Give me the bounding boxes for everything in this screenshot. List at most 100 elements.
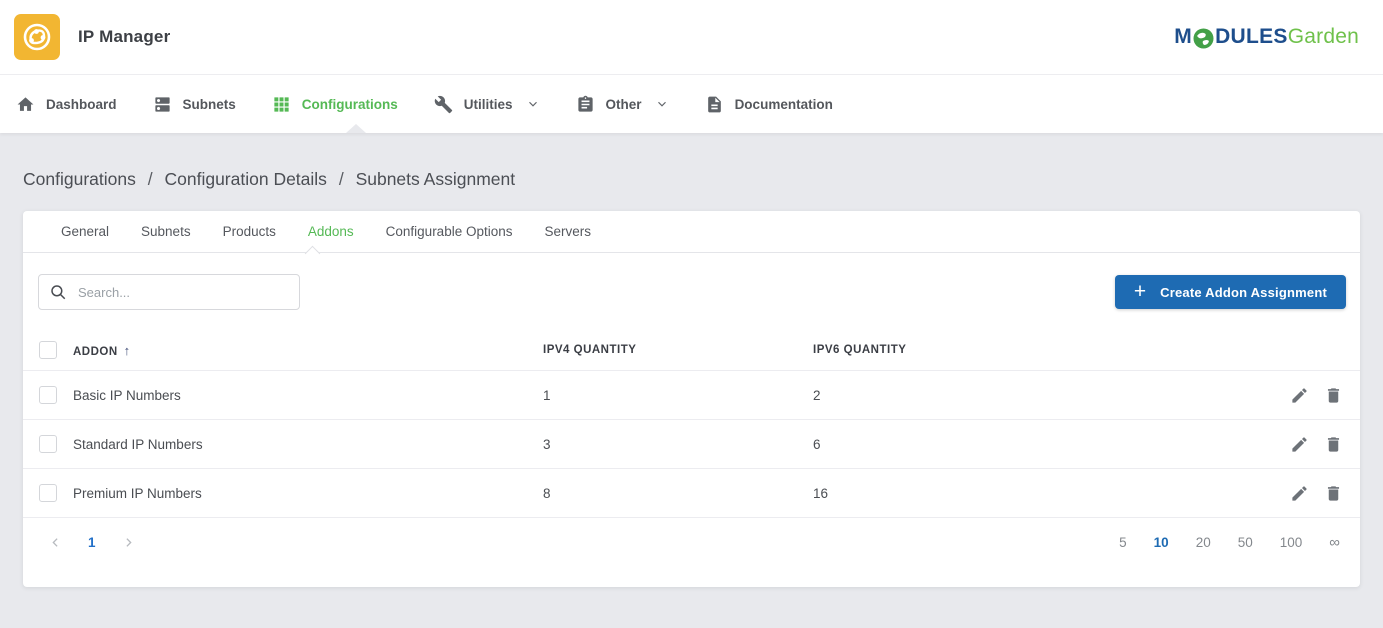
page-size-50[interactable]: 50	[1238, 535, 1253, 550]
addon-name: Standard IP Numbers	[73, 437, 543, 452]
page-size-10[interactable]: 10	[1154, 535, 1169, 550]
toolbar: + Create Addon Assignment	[23, 253, 1360, 310]
tab-bar: General Subnets Products Addons Configur…	[23, 211, 1360, 253]
previous-page-button[interactable]	[44, 531, 67, 554]
delete-button[interactable]	[1324, 435, 1343, 454]
breadcrumb-separator: /	[339, 169, 344, 189]
chevron-right-icon	[122, 536, 135, 549]
nav-item-documentation[interactable]: Documentation	[705, 75, 851, 133]
search-icon	[49, 283, 67, 301]
main-nav: Dashboard Subnets Configurations Utiliti…	[0, 75, 1383, 133]
plus-icon: +	[1134, 281, 1146, 302]
edit-button[interactable]	[1290, 435, 1309, 454]
nav-item-utilities[interactable]: Utilities	[434, 75, 558, 133]
breadcrumb-part[interactable]: Configuration Details	[164, 169, 326, 189]
table-header-row: ADDON ↑ IPV4 QUANTITY IPV6 QUANTITY	[23, 330, 1360, 370]
column-header-ipv4[interactable]: IPV4 QUANTITY	[543, 344, 813, 356]
edit-icon	[1290, 484, 1309, 503]
nav-item-dashboard[interactable]: Dashboard	[16, 75, 135, 133]
grid-icon	[272, 95, 291, 114]
chevron-down-icon	[526, 97, 540, 111]
chevron-down-icon	[655, 97, 669, 111]
row-checkbox[interactable]	[39, 386, 57, 404]
tab-general[interactable]: General	[61, 224, 109, 239]
tab-servers[interactable]: Servers	[544, 224, 591, 239]
table-row: Standard IP Numbers 3 6	[23, 419, 1360, 468]
nav-item-label: Other	[606, 97, 642, 112]
row-checkbox[interactable]	[39, 484, 57, 502]
nav-item-label: Documentation	[735, 97, 833, 112]
edit-icon	[1290, 435, 1309, 454]
create-addon-assignment-button[interactable]: + Create Addon Assignment	[1115, 275, 1346, 309]
breadcrumb: Configurations / Configuration Details /…	[23, 133, 1360, 190]
chevron-left-icon	[49, 536, 62, 549]
row-actions	[1290, 386, 1360, 405]
tab-addons[interactable]: Addons	[308, 224, 354, 239]
document-icon	[705, 95, 724, 114]
ipv6-quantity: 6	[813, 437, 1290, 452]
page-controls: 1	[44, 531, 140, 554]
nav-item-label: Configurations	[302, 97, 398, 112]
nav-item-other[interactable]: Other	[576, 75, 687, 133]
page-size-controls: 5 10 20 50 100 ∞	[1119, 534, 1340, 551]
sort-ascending-icon: ↑	[124, 343, 131, 358]
edit-icon	[1290, 386, 1309, 405]
tab-products[interactable]: Products	[223, 224, 276, 239]
page-size-5[interactable]: 5	[1119, 535, 1127, 550]
page-title: IP Manager	[78, 27, 170, 47]
modulesgarden-logo: M DULES Garden	[1174, 25, 1359, 49]
nav-item-label: Subnets	[183, 97, 236, 112]
search-box	[38, 274, 300, 310]
trash-icon	[1324, 484, 1343, 503]
nav-item-subnets[interactable]: Subnets	[153, 75, 254, 133]
page-number-button[interactable]: 1	[82, 535, 102, 550]
delete-button[interactable]	[1324, 484, 1343, 503]
addon-name: Premium IP Numbers	[73, 486, 543, 501]
ipv6-quantity: 2	[813, 388, 1290, 403]
select-all-checkbox[interactable]	[39, 341, 57, 359]
dns-icon	[153, 95, 172, 114]
page-size-unlimited[interactable]: ∞	[1329, 534, 1340, 551]
trash-icon	[1324, 386, 1343, 405]
column-header-label: ADDON	[73, 346, 118, 358]
brand-text-dules: DULES	[1215, 25, 1288, 49]
next-page-button[interactable]	[117, 531, 140, 554]
create-button-label: Create Addon Assignment	[1160, 285, 1327, 300]
nav-item-configurations[interactable]: Configurations	[272, 75, 416, 133]
brand-globe-icon	[1193, 28, 1214, 49]
ipv4-quantity: 1	[543, 388, 813, 403]
breadcrumb-part[interactable]: Configurations	[23, 169, 136, 189]
addon-name: Basic IP Numbers	[73, 388, 543, 403]
app-logo-icon	[14, 14, 60, 60]
top-header: IP Manager M DULES Garden	[0, 0, 1383, 75]
page-size-20[interactable]: 20	[1196, 535, 1211, 550]
breadcrumb-part: Subnets Assignment	[356, 169, 516, 189]
brand-text-garden: Garden	[1288, 25, 1359, 49]
row-actions	[1290, 484, 1360, 503]
edit-button[interactable]	[1290, 484, 1309, 503]
row-checkbox[interactable]	[39, 435, 57, 453]
breadcrumb-separator: /	[148, 169, 153, 189]
tab-configurable-options[interactable]: Configurable Options	[386, 224, 513, 239]
nav-item-label: Dashboard	[46, 97, 117, 112]
nav-item-label: Utilities	[464, 97, 513, 112]
table-row: Basic IP Numbers 1 2	[23, 370, 1360, 419]
content-area: Configurations / Configuration Details /…	[0, 133, 1383, 587]
wrench-icon	[434, 95, 453, 114]
brand-text-m: M	[1174, 25, 1192, 49]
addons-table: ADDON ↑ IPV4 QUANTITY IPV6 QUANTITY Basic…	[23, 330, 1360, 517]
ipv4-quantity: 8	[543, 486, 813, 501]
trash-icon	[1324, 435, 1343, 454]
row-actions	[1290, 435, 1360, 454]
delete-button[interactable]	[1324, 386, 1343, 405]
pagination: 1 5 10 20 50 100 ∞	[23, 517, 1360, 567]
column-header-addon[interactable]: ADDON ↑	[73, 343, 543, 358]
page-size-100[interactable]: 100	[1280, 535, 1303, 550]
clipboard-icon	[576, 95, 595, 114]
search-input[interactable]	[78, 285, 289, 300]
edit-button[interactable]	[1290, 386, 1309, 405]
ipv6-quantity: 16	[813, 486, 1290, 501]
table-row: Premium IP Numbers 8 16	[23, 468, 1360, 517]
tab-subnets[interactable]: Subnets	[141, 224, 191, 239]
column-header-ipv6[interactable]: IPV6 QUANTITY	[813, 344, 1360, 356]
